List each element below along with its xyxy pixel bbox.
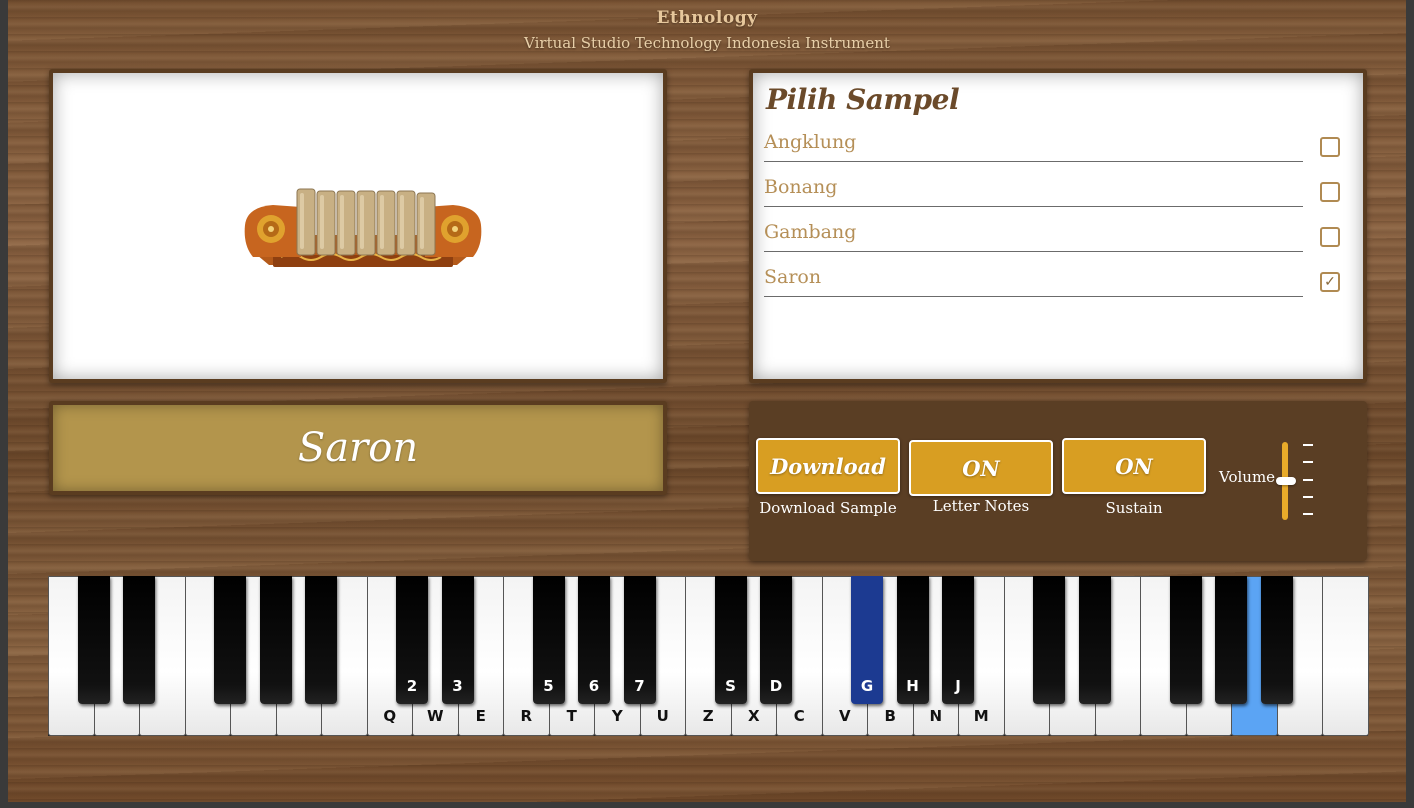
sample-option-label: Saron bbox=[764, 266, 822, 288]
piano-keyboard: Q W E R T Y U Z X C V B N M 2 3 5 6 7 S D G H J bbox=[48, 576, 1369, 736]
key-label: G bbox=[860, 677, 874, 695]
key-label: 2 bbox=[406, 677, 418, 695]
volume-tick bbox=[1303, 444, 1313, 446]
key-label: U bbox=[656, 707, 669, 725]
letter-notes-caption: Letter Notes bbox=[932, 497, 1030, 515]
key-label: Z bbox=[702, 707, 714, 725]
letter-notes-toggle[interactable]: ON bbox=[909, 440, 1053, 496]
download-caption: Download Sample bbox=[759, 499, 897, 517]
sustain-toggle[interactable]: ON bbox=[1062, 438, 1206, 494]
window-left-border bbox=[0, 0, 8, 808]
piano-black-key[interactable]: 6 bbox=[578, 576, 610, 704]
key-label: V bbox=[838, 707, 851, 725]
piano-black-key[interactable]: 2 bbox=[396, 576, 428, 704]
sample-select-panel: Pilih Sampel Angklung Bonang Gambang Sar… bbox=[749, 69, 1367, 383]
piano-black-key[interactable] bbox=[259, 576, 292, 704]
piano-black-key[interactable] bbox=[1260, 576, 1293, 704]
piano-black-key[interactable] bbox=[1078, 576, 1111, 704]
key-label: J bbox=[955, 677, 961, 695]
piano-black-key[interactable] bbox=[1169, 576, 1202, 704]
volume-tick bbox=[1303, 461, 1313, 463]
volume-tick bbox=[1303, 513, 1313, 515]
sustain-caption: Sustain bbox=[1105, 499, 1163, 517]
piano-black-key[interactable]: H bbox=[896, 576, 929, 704]
piano-black-key[interactable] bbox=[123, 576, 155, 704]
window-right-border bbox=[1406, 0, 1414, 808]
app-subtitle: Virtual Studio Technology Indonesia Inst… bbox=[524, 34, 890, 52]
piano-black-key[interactable]: 3 bbox=[441, 576, 474, 704]
divider bbox=[764, 206, 1303, 207]
key-label: 3 bbox=[452, 677, 463, 695]
piano-black-key[interactable]: J bbox=[942, 576, 974, 704]
key-label: R bbox=[520, 707, 533, 725]
piano-black-key[interactable]: 7 bbox=[623, 576, 656, 704]
key-label: E bbox=[475, 707, 486, 725]
divider bbox=[764, 296, 1303, 297]
key-label: T bbox=[566, 707, 577, 725]
piano-black-key[interactable] bbox=[305, 576, 337, 704]
sample-list-title: Pilih Sampel bbox=[766, 83, 960, 116]
instrument-image-panel bbox=[49, 69, 667, 383]
key-label: Y bbox=[611, 707, 623, 725]
piano-black-key[interactable] bbox=[1033, 576, 1065, 704]
piano-black-key[interactable]: 5 bbox=[532, 576, 565, 704]
key-label: W bbox=[426, 707, 444, 725]
sample-option-gambang[interactable]: Gambang bbox=[764, 215, 1354, 255]
saron-instrument-image bbox=[244, 188, 482, 267]
sample-option-bonang[interactable]: Bonang bbox=[764, 170, 1354, 210]
download-button[interactable]: Download bbox=[756, 438, 900, 494]
sample-checkbox-angklung[interactable] bbox=[1320, 137, 1340, 157]
divider bbox=[764, 161, 1303, 162]
volume-tick bbox=[1303, 496, 1313, 498]
piano-black-key[interactable] bbox=[214, 576, 246, 704]
app-title: Ethnology bbox=[656, 8, 758, 28]
window-bottom-border bbox=[0, 802, 1414, 808]
key-label: X bbox=[747, 707, 760, 725]
selected-instrument-panel: Saron bbox=[49, 401, 667, 495]
key-label: S bbox=[725, 677, 736, 695]
volume-tick bbox=[1303, 479, 1313, 481]
key-label: N bbox=[929, 707, 943, 725]
key-label: M bbox=[973, 707, 989, 725]
key-label: 5 bbox=[543, 677, 554, 695]
piano-black-key[interactable] bbox=[77, 576, 110, 704]
key-label: 7 bbox=[634, 677, 645, 695]
controls-panel: Download Download Sample ON Letter Notes… bbox=[749, 401, 1367, 561]
volume-slider-thumb[interactable] bbox=[1276, 477, 1296, 485]
sample-option-angklung[interactable]: Angklung bbox=[764, 125, 1354, 165]
key-label: B bbox=[884, 707, 896, 725]
piano-black-key[interactable] bbox=[1215, 576, 1247, 704]
key-label: 6 bbox=[588, 677, 600, 695]
app-header: Ethnology Virtual Studio Technology Indo… bbox=[0, 8, 1414, 52]
selected-instrument-name: Saron bbox=[297, 425, 419, 471]
sample-option-label: Angklung bbox=[764, 131, 857, 153]
sample-option-saron[interactable]: Saron ✓ bbox=[764, 260, 1354, 300]
piano-white-key[interactable] bbox=[1322, 576, 1369, 736]
key-label: Q bbox=[383, 707, 397, 725]
sample-option-label: Bonang bbox=[764, 176, 838, 198]
volume-label: Volume bbox=[1219, 468, 1276, 486]
divider bbox=[764, 251, 1303, 252]
key-label: C bbox=[793, 707, 805, 725]
check-icon: ✓ bbox=[1324, 274, 1336, 290]
sample-checkbox-saron[interactable]: ✓ bbox=[1320, 272, 1340, 292]
piano-black-key[interactable]: G bbox=[851, 576, 883, 704]
key-label: H bbox=[906, 677, 919, 695]
sample-checkbox-bonang[interactable] bbox=[1320, 182, 1340, 202]
piano-black-key[interactable]: S bbox=[714, 576, 747, 704]
sample-checkbox-gambang[interactable] bbox=[1320, 227, 1340, 247]
key-label: D bbox=[769, 677, 783, 695]
piano-black-key[interactable]: D bbox=[760, 576, 792, 704]
sample-option-label: Gambang bbox=[764, 221, 857, 243]
